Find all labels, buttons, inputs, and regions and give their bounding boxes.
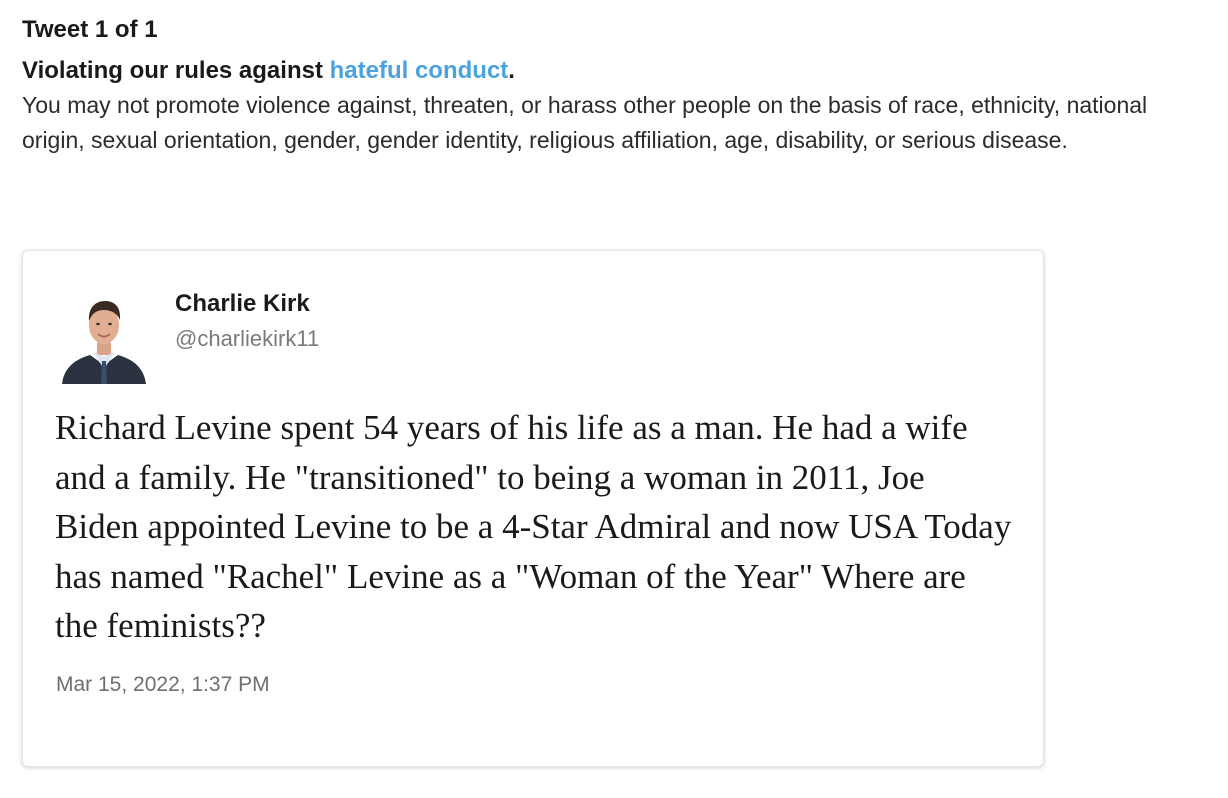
author-name[interactable]: Charlie Kirk — [175, 289, 310, 319]
violation-title: Violating our rules against hateful cond… — [22, 54, 1212, 88]
violation-prefix: Violating our rules against — [22, 57, 330, 84]
violation-suffix: . — [508, 57, 515, 84]
tweet-card: Charlie Kirk @charliekirk11 Richard Levi… — [22, 250, 1044, 767]
profile-photo-icon — [56, 291, 152, 384]
violation-description: You may not promote violence against, th… — [22, 92, 1148, 153]
tweet-text: Richard Levine spent 54 years of his lif… — [55, 408, 1012, 645]
tweet-timestamp[interactable]: Mar 15, 2022, 1:37 PM — [56, 671, 270, 699]
author-handle[interactable]: @charliekirk11 — [175, 325, 319, 353]
hateful-conduct-link[interactable]: hateful conduct — [330, 57, 509, 84]
violation-header: Tweet 1 of 1 Violating our rules against… — [22, 14, 1212, 158]
tweet-count: Tweet 1 of 1 — [22, 16, 158, 43]
avatar — [56, 291, 152, 384]
